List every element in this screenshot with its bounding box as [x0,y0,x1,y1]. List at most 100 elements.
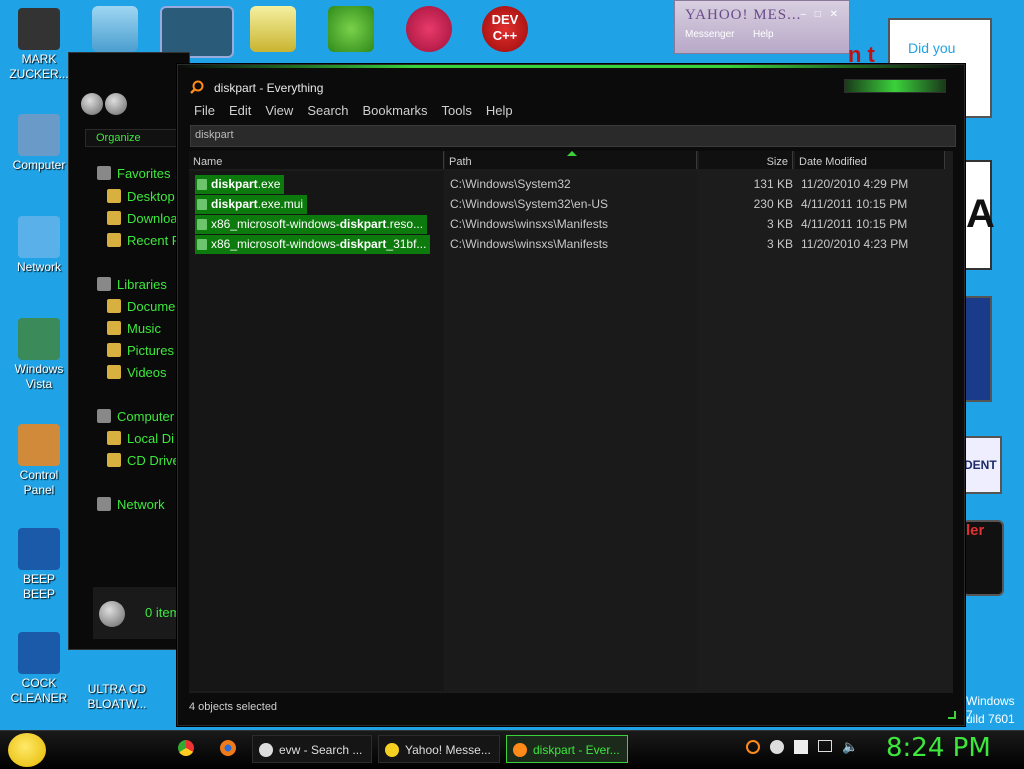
nav-tree-item[interactable]: Videos [107,365,167,380]
column-header-name[interactable]: Name [189,151,444,169]
desktop-icon[interactable]: Windows Vista [4,318,74,392]
details-pane: 0 item [93,587,189,639]
result-date: 11/20/2010 4:23 PM [801,237,909,251]
menu-item-tools[interactable]: Tools [442,103,472,118]
nav-tree-item[interactable]: Downloa [107,211,178,226]
search-input[interactable] [191,126,949,144]
desktop-icon[interactable]: Control Panel [4,424,74,498]
network-icon [18,216,60,258]
clock[interactable]: 8:24 PM [886,733,991,763]
nav-group-icon [97,409,111,423]
result-name[interactable]: diskpart.exe [195,175,285,194]
messenger-icon[interactable] [92,6,138,52]
folder-icon [107,233,121,247]
firefox-icon[interactable] [220,740,236,756]
menu-item-view[interactable]: View [265,103,293,118]
yahoo-menu-messenger[interactable]: Messenger [685,29,734,40]
chrome-icon[interactable] [178,740,194,756]
desktop-icon[interactable]: Computer [4,114,74,173]
result-name[interactable]: diskpart.exe.mui [195,195,308,214]
ler-text: ler [966,522,985,539]
back-icon[interactable] [81,93,103,115]
result-name[interactable]: x86_microsoft-windows-diskpart.reso... [195,215,428,234]
result-row[interactable]: diskpart.exe.mui C:\Windows\System32\en-U… [189,195,953,215]
desktop-icon-label[interactable]: ULTRA CD BLOATW... [82,682,152,712]
taskbar-button[interactable]: Yahoo! Messe... [378,735,500,763]
column-header-date[interactable]: Date Modified [795,151,945,169]
nav-tree-item[interactable]: Recent P [107,233,180,248]
nav-tree-item[interactable]: Docume [107,299,175,314]
desktop-icon[interactable]: MARK ZUCKER... [4,8,74,82]
menu-item-edit[interactable]: Edit [229,103,251,118]
nav-tree-label: Network [117,497,165,512]
nav-tree-item[interactable]: Local Di [107,431,174,446]
yahoo-menu-help[interactable]: Help [753,29,774,40]
results-list[interactable]: Name Path Size Date Modified diskpart.ex… [189,151,953,693]
command-prompt-icon[interactable] [160,6,234,58]
taskbar-button[interactable]: evw - Search ... [252,735,372,763]
window-controls[interactable] [844,79,946,93]
taskbar-button[interactable]: diskpart - Ever... [506,735,628,763]
name-suffix: _31bf... [386,237,427,251]
menu-item-help[interactable]: Help [486,103,513,118]
network-tray-icon[interactable] [818,740,832,752]
yahoo-messenger-window[interactable]: YAHOO! MES... – □ ✕ Messenger Help [674,0,850,54]
folder-icon [107,343,121,357]
folder-icon [107,299,121,313]
result-row[interactable]: x86_microsoft-windows-diskpart_31bf... C:… [189,235,953,255]
desktop-icon[interactable]: COCK CLEANER [4,632,74,706]
nav-tree-item[interactable]: CD Drive [107,453,180,468]
search-app-icon [259,743,273,757]
nav-tree-label: CD Drive [127,453,180,468]
menu-item-file[interactable]: File [194,103,215,118]
resize-grip[interactable] [948,711,956,719]
result-path: C:\Windows\System32\en-US [450,197,609,211]
result-name[interactable]: x86_microsoft-windows-diskpart_31bf... [195,235,431,254]
desktop-icon[interactable]: BEEP BEEP [4,528,74,602]
p-app-icon[interactable] [406,6,452,52]
volume-icon[interactable]: 🔈 [842,740,858,754]
nav-tree-item[interactable]: Pictures [107,343,174,358]
folder-icon [107,365,121,379]
messenger-tray-icon[interactable] [770,740,784,754]
action-center-icon[interactable] [794,740,808,754]
folder-icon [107,189,121,203]
watermark-build: uild 7601 [966,712,1015,726]
result-path: C:\Windows\winsxs\Manifests [450,237,609,251]
nav-tree-item[interactable]: Favorites [97,166,170,181]
nav-tree-item[interactable]: Music [107,321,161,336]
window-controls[interactable]: – □ ✕ [800,9,841,20]
nav-tree-label: Favorites [117,166,171,181]
dev-cpp-icon[interactable]: DEV C++ [482,6,528,52]
file-icon [197,179,207,190]
result-row[interactable]: x86_microsoft-windows-diskpart.reso... C:… [189,215,953,235]
nav-tree-item[interactable]: Libraries [97,277,167,292]
everything-window[interactable]: diskpart - Everything File Edit View Search… [177,64,965,726]
angry-birds-icon[interactable] [328,6,374,52]
explorer-window[interactable]: Organize Favorites Desktop Downloa Recent P… [68,52,190,650]
drive-icon[interactable] [250,6,296,52]
name-suffix: .exe.mui [257,197,304,211]
desktop-icon[interactable]: Network [4,216,74,275]
column-header-size[interactable]: Size [699,151,793,169]
nav-tree-item[interactable]: Network [97,497,165,512]
background-window[interactable] [962,296,992,402]
nav-tree-item[interactable]: Computer [97,409,174,424]
result-size: 131 KB [753,177,793,191]
forward-icon[interactable] [105,93,127,115]
nav-tree-item[interactable]: Desktop [107,189,175,204]
start-button[interactable] [8,733,46,767]
menu-item-search[interactable]: Search [307,103,348,118]
taskbar-button-label: Yahoo! Messe... [405,743,491,757]
sort-arrow-icon [567,151,577,156]
desktop-icon-label: BEEP BEEP [22,572,55,601]
organize-button[interactable]: Organize [85,129,187,147]
dent-text: DENT [964,458,997,472]
menu-item-bookmarks[interactable]: Bookmarks [363,103,428,118]
nav-buttons[interactable] [81,93,129,118]
folder-icon [107,431,121,445]
result-row[interactable]: diskpart.exe C:\Windows\System32 131 KB 11/… [189,175,953,195]
result-size: 230 KB [753,197,793,211]
search-box[interactable] [190,125,956,147]
search-tray-icon[interactable] [746,740,760,754]
